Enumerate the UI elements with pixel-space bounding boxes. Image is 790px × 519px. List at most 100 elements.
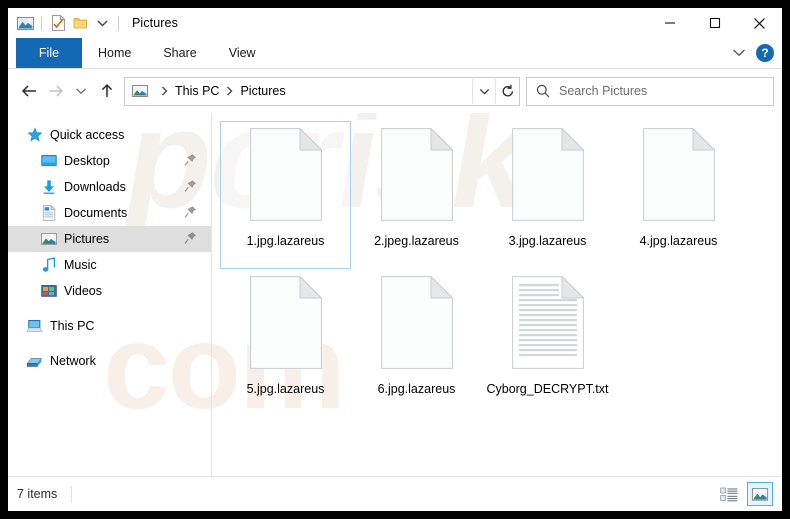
sidebar-item-downloads[interactable]: Downloads [8,174,211,200]
ribbon-tab-bar: File Home Share View ? [8,38,782,68]
maximize-button[interactable] [692,8,737,38]
ribbon-right-controls: ? [732,38,774,68]
blank-file-icon [380,128,453,232]
minimize-button[interactable] [647,8,692,38]
quick-access-toolbar [8,12,124,34]
sidebar-item-label: Music [64,258,97,272]
recent-locations-chevron-icon[interactable] [68,78,94,104]
documents-icon [40,205,57,222]
pin-icon[interactable] [184,205,197,224]
sidebar-item-label: Videos [64,284,102,298]
file-name: 1.jpg.lazareus [246,234,325,248]
sidebar-group-gap-1 [8,304,211,313]
previous-locations-chevron-icon[interactable] [472,78,495,104]
star-icon [26,127,43,144]
search-input[interactable]: Search Pictures [526,76,774,106]
refresh-button[interactable] [495,78,519,104]
expand-ribbon-chevron-icon[interactable] [732,44,746,62]
file-name: 3.jpg.lazareus [508,234,587,248]
blank-file-icon [249,276,322,380]
file-item[interactable]: Cyborg_DECRYPT.txt [482,269,613,417]
breadcrumb-separator-2[interactable] [226,86,233,96]
file-item[interactable]: 6.jpg.lazareus [351,269,482,417]
music-icon [40,257,57,274]
sidebar-item-quick-access[interactable]: Quick access [8,122,211,148]
file-grid: 1.jpg.lazareus 2.jpeg.lazareus 3.jpg.laz… [220,121,782,417]
desktop-icon [40,153,57,170]
sidebar-item-label: Network [50,354,96,368]
videos-icon [40,283,57,300]
file-explorer-window: pcrisk com Pictures File Home Share View… [8,8,782,511]
text-file-icon [511,276,584,380]
tab-view[interactable]: View [213,38,272,68]
customize-chevron-icon[interactable] [91,12,113,34]
sidebar-item-label: Quick access [50,128,125,142]
downloads-icon [40,179,57,196]
sidebar-item-label: Downloads [64,180,126,194]
pictures-folder-icon[interactable] [14,12,36,34]
this-pc-icon [26,318,43,335]
pin-icon[interactable] [184,231,197,250]
blank-file-icon [249,128,322,232]
tab-file[interactable]: File [16,38,82,68]
back-button[interactable] [16,78,42,104]
navigation-pane: Quick access Desktop Downloads Documents… [8,113,211,476]
breadcrumb-separator-1[interactable] [161,86,168,96]
status-separator [71,485,73,503]
status-bar: 7 items [8,477,782,511]
sidebar-item-videos[interactable]: Videos [8,278,211,304]
view-buttons [716,482,773,506]
search-icon [536,84,550,98]
blank-file-icon [380,276,453,380]
file-item[interactable]: 4.jpg.lazareus [613,121,744,269]
breadcrumb-item-this-pc[interactable]: This PC [175,84,219,98]
address-bar: This PC Pictures Search Pictures [8,69,782,113]
title-bar: Pictures [8,8,782,38]
window-title: Pictures [132,16,178,30]
sidebar-item-label: Desktop [64,154,110,168]
sidebar-item-music[interactable]: Music [8,252,211,278]
sidebar-item-network[interactable]: Network [8,348,211,374]
sidebar-item-desktop[interactable]: Desktop [8,148,211,174]
item-count-label: 7 items [17,487,58,501]
blank-file-icon [511,128,584,232]
breadcrumb-item-pictures[interactable]: Pictures [240,84,285,98]
qat-separator-2 [118,15,119,31]
tab-home[interactable]: Home [82,38,147,68]
network-icon [26,353,43,370]
new-folder-icon[interactable] [69,12,91,34]
file-item[interactable]: 5.jpg.lazareus [220,269,351,417]
sidebar-item-label: This PC [50,319,95,333]
file-item[interactable]: 3.jpg.lazareus [482,121,613,269]
close-button[interactable] [737,8,782,38]
properties-icon[interactable] [47,12,69,34]
large-icons-view-button[interactable] [747,482,773,506]
file-name: Cyborg_DECRYPT.txt [486,382,609,396]
file-item[interactable]: 1.jpg.lazareus [220,121,351,269]
help-button[interactable]: ? [756,44,774,62]
file-name: 4.jpg.lazareus [639,234,718,248]
pictures-icon [40,231,57,248]
search-placeholder: Search Pictures [559,84,648,98]
pin-icon[interactable] [184,153,197,172]
sidebar-item-pictures[interactable]: Pictures [8,226,211,252]
main-split: Quick access Desktop Downloads Documents… [8,113,782,476]
sidebar-group-gap-2 [8,339,211,348]
file-name: 5.jpg.lazareus [246,382,325,396]
details-view-button[interactable] [716,482,742,506]
tab-share[interactable]: Share [147,38,212,68]
qat-separator-1 [41,15,42,31]
file-name: 6.jpg.lazareus [377,382,456,396]
sidebar-item-label: Pictures [64,232,110,246]
forward-button[interactable] [42,78,68,104]
pin-icon[interactable] [184,179,197,198]
breadcrumb[interactable]: This PC Pictures [124,76,520,106]
sidebar-item-documents[interactable]: Documents [8,200,211,226]
file-list-pane[interactable]: 1.jpg.lazareus 2.jpeg.lazareus 3.jpg.laz… [212,113,782,476]
file-name: 2.jpeg.lazareus [374,234,459,248]
sidebar-item-this-pc[interactable]: This PC [8,313,211,339]
file-item[interactable]: 2.jpeg.lazareus [351,121,482,269]
up-button[interactable] [94,78,120,104]
sidebar-item-label: Documents [64,206,128,220]
window-controls [647,8,782,38]
